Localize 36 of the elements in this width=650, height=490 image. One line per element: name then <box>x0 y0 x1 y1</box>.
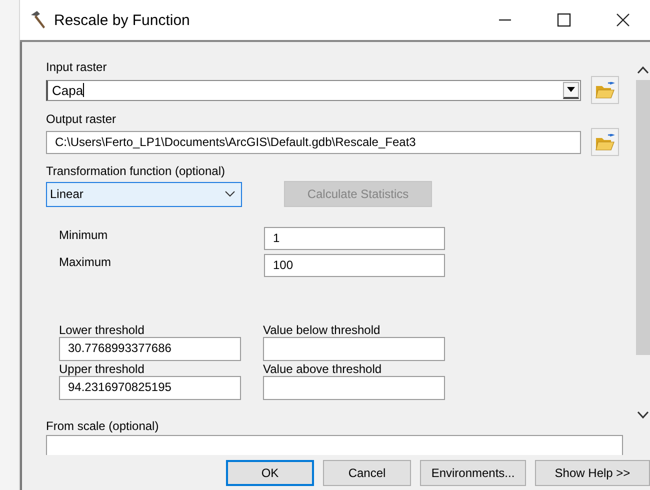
threshold-field[interactable]: 94.2316970825195 <box>59 376 241 400</box>
maximize-icon[interactable] <box>557 13 571 27</box>
browse-button[interactable] <box>591 128 619 156</box>
scroll-down-icon[interactable] <box>637 411 649 419</box>
field-label: Lower threshold <box>59 323 146 337</box>
field-label: Minimum <box>59 227 109 243</box>
dialog-button[interactable]: Environments... <box>420 460 526 486</box>
scrollbar-thumb[interactable] <box>636 80 650 355</box>
field-label: Value above threshold <box>263 362 383 376</box>
field-label: Input raster <box>46 60 108 75</box>
from-scale-field[interactable] <box>46 435 623 455</box>
folder-icon <box>595 82 615 98</box>
scroll-up-icon[interactable] <box>637 66 649 74</box>
number-field[interactable]: 1 <box>264 227 445 250</box>
dialog-button[interactable]: Cancel <box>323 460 411 486</box>
output-raster-field[interactable]: C:\Users\Ferto_LP1\Documents\ArcGIS\Default.gdb\Rescale_Feat3 <box>46 130 581 154</box>
field-label: Maximum <box>59 254 112 270</box>
field-label: Value below threshold <box>263 323 382 337</box>
input-raster-combobox[interactable]: Capa <box>46 80 581 100</box>
value-field[interactable] <box>263 337 445 361</box>
browse-button[interactable] <box>591 76 619 104</box>
dropdown-arrow-icon <box>567 87 575 92</box>
field-label: Output raster <box>46 112 118 127</box>
dialog-button[interactable]: Show Help >> <box>535 460 650 486</box>
transformation-dropdown[interactable]: Linear <box>46 182 242 206</box>
field-label: From scale (optional) <box>46 419 160 434</box>
chevron-down-icon <box>225 191 235 197</box>
close-icon[interactable] <box>616 13 630 27</box>
field-label: Upper threshold <box>59 362 146 376</box>
window-title: Rescale by Function <box>54 12 190 28</box>
number-field[interactable]: 100 <box>264 254 445 277</box>
threshold-field[interactable]: 30.7768993377686 <box>59 337 241 361</box>
field-label: Transformation function (optional) <box>46 164 226 179</box>
value-field[interactable] <box>263 376 445 400</box>
dialog-button[interactable]: OK <box>226 460 314 486</box>
folder-icon <box>595 134 615 150</box>
